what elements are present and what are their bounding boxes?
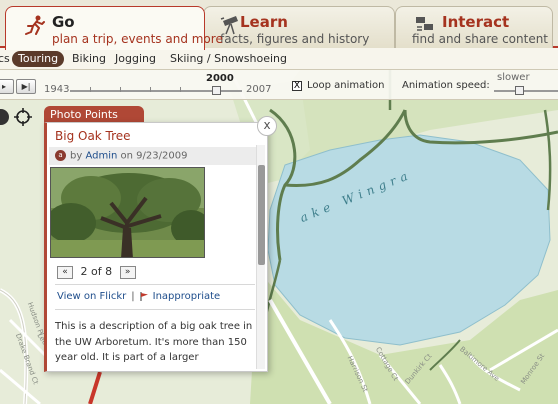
tab-title: Go xyxy=(52,13,75,31)
year-end: 2007 xyxy=(246,84,272,95)
link-separator: | xyxy=(131,291,135,302)
point-description: This is a description of a big oak tree … xyxy=(55,321,253,363)
slider-tick xyxy=(150,87,151,92)
tab-title: Interact xyxy=(442,13,510,31)
step-forward-button[interactable]: ▶| xyxy=(16,79,36,94)
report-inappropriate-link[interactable]: Inappropriate xyxy=(153,291,221,302)
scrollbar-thumb[interactable] xyxy=(258,165,265,265)
tab-interact[interactable]: Interact find and share content xyxy=(395,6,553,48)
subnav-item-biking[interactable]: Biking xyxy=(72,52,106,65)
next-photo-button[interactable]: » xyxy=(119,265,136,279)
speed-slower-label: slower xyxy=(497,72,530,83)
divider xyxy=(55,309,255,310)
speed-slider-handle[interactable] xyxy=(515,86,524,95)
photo-pager: « 2 of 8 » xyxy=(57,265,136,279)
tab-subtitle: facts, figures and history xyxy=(220,32,370,46)
prev-photo-button[interactable]: « xyxy=(57,265,73,279)
tab-title: Learn xyxy=(240,13,288,31)
speed-label: Animation speed: xyxy=(402,80,490,91)
loop-label: Loop animation xyxy=(307,80,385,91)
avatar: a xyxy=(55,150,66,161)
flag-icon xyxy=(140,291,148,301)
crosshair-icon[interactable] xyxy=(14,108,32,126)
author-link[interactable]: Admin xyxy=(85,151,117,162)
date-prefix: on xyxy=(120,150,133,162)
tab-go[interactable]: Go plan a trip, events and more xyxy=(5,6,223,50)
slider-tick xyxy=(90,87,91,92)
view-on-flickr-link[interactable]: View on Flickr xyxy=(57,291,126,302)
page-indicator: 2 of 8 xyxy=(80,265,113,278)
tab-learn[interactable]: Learn facts, figures and history xyxy=(203,6,395,48)
slider-tick xyxy=(180,87,181,92)
by-label: by xyxy=(70,150,83,162)
loop-checkbox[interactable]: X xyxy=(292,81,302,91)
timeline-bar: ▸ ▶| 1943 2000 2007 X Loop animation Ani… xyxy=(0,70,558,100)
year-current: 2000 xyxy=(206,73,234,84)
photo-links: View on Flickr | Inappropriate xyxy=(57,291,220,302)
post-date: 9/23/2009 xyxy=(136,150,188,162)
subnav-item-jogging[interactable]: Jogging xyxy=(115,52,156,65)
photo-point-popup: Big Oak Tree a by Admin on 9/23/2009 « 2 … xyxy=(44,122,268,372)
byline: a by Admin on 9/23/2009 xyxy=(49,147,259,165)
tab-subtitle: plan a trip, events and more xyxy=(52,32,223,46)
tab-subtitle: find and share content xyxy=(412,32,549,46)
oak-tree-photo[interactable] xyxy=(50,167,205,258)
speed-slider-track[interactable] xyxy=(494,90,558,92)
point-title[interactable]: Big Oak Tree xyxy=(55,129,131,143)
play-back-button[interactable]: ▸ xyxy=(0,79,14,94)
subnav-item-skiing[interactable]: Skiing / Snowshoeing xyxy=(170,52,287,65)
divider xyxy=(55,284,255,285)
popup-scrollbar[interactable] xyxy=(256,145,265,369)
year-start: 1943 xyxy=(44,84,70,95)
year-slider-handle[interactable] xyxy=(212,86,221,95)
slider-tick xyxy=(120,87,121,92)
subnav-item-touring[interactable]: Touring xyxy=(12,51,65,67)
main-tabs: Go plan a trip, events and more Learn fa… xyxy=(0,0,558,50)
close-button[interactable]: x xyxy=(257,116,277,136)
subnav-item-partial[interactable]: cs xyxy=(0,52,10,65)
runner-icon xyxy=(25,15,45,35)
activity-subnav: cs Touring Biking Jogging Skiing / Snows… xyxy=(0,48,558,70)
